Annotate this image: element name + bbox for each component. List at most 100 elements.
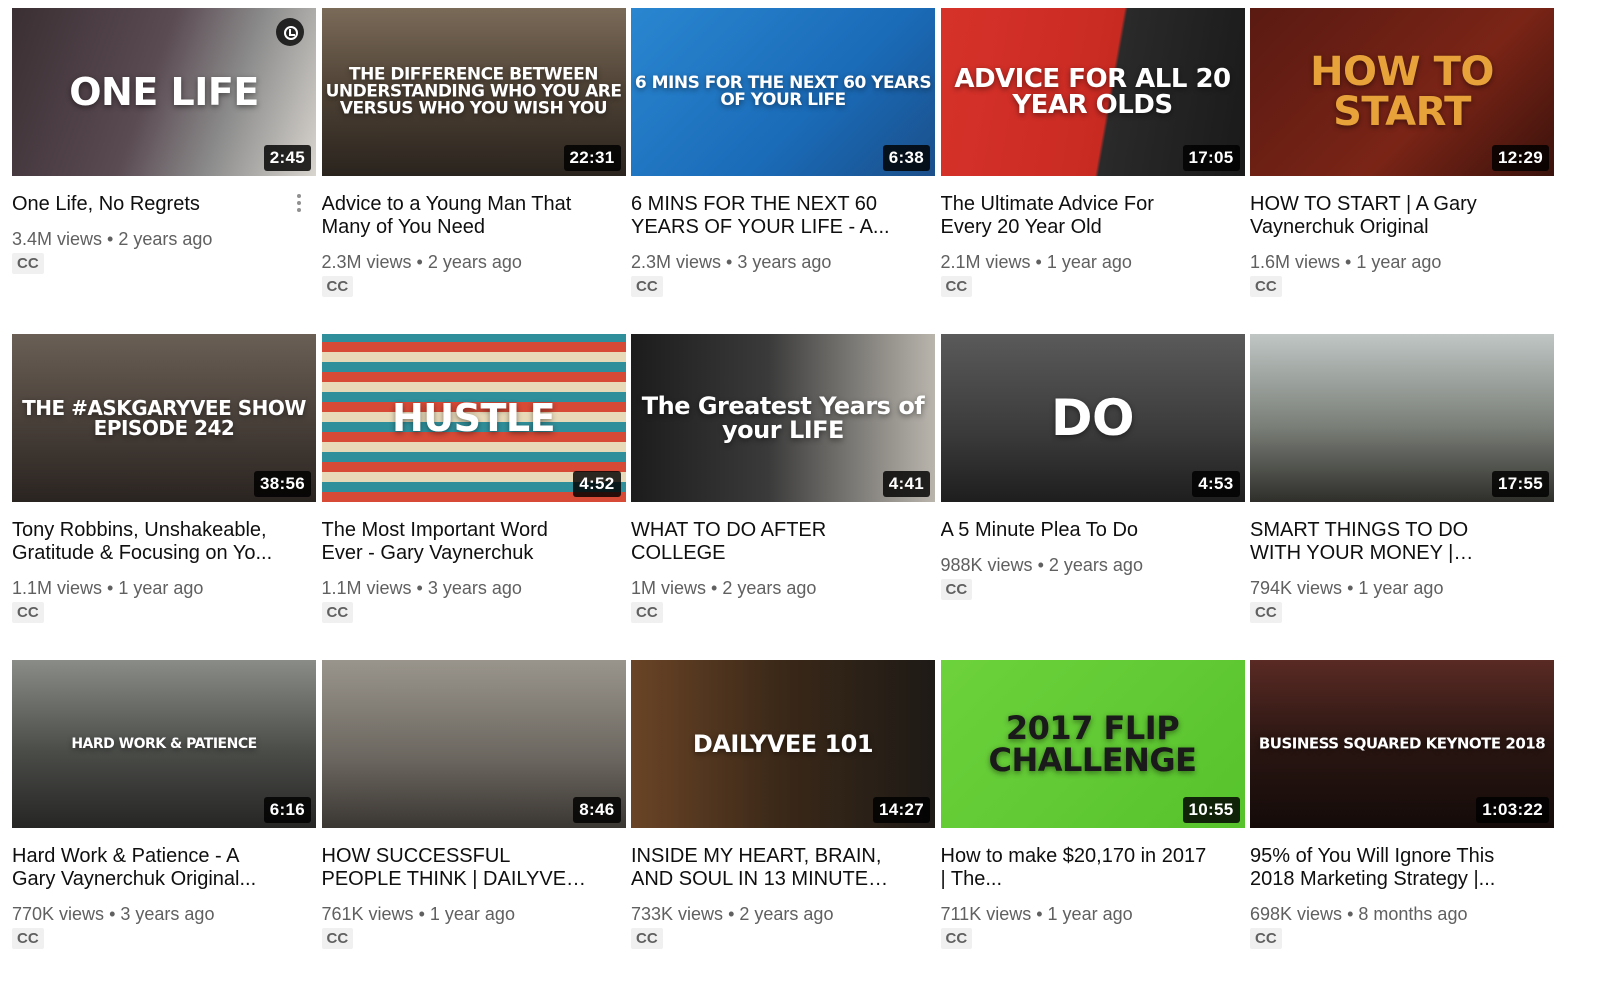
- video-card[interactable]: 17:55 SMART THINGS TO DO WITH YOUR MONEY…: [1250, 334, 1554, 660]
- thumbnail-overlay-text: THE DIFFERENCE BETWEEN UNDERSTANDING WHO…: [325, 64, 622, 119]
- video-card[interactable]: THE DIFFERENCE BETWEEN UNDERSTANDING WHO…: [321, 8, 626, 334]
- upload-age: 1 year ago: [118, 578, 204, 598]
- thumbnail-overlay-text: The Greatest Years of your LIFE: [641, 392, 925, 444]
- video-card[interactable]: The Greatest Years of your LIFE 4:41 WHA…: [631, 334, 935, 660]
- video-card[interactable]: ADVICE FOR ALL 20 YEAR OLDS 17:05 The Ul…: [940, 8, 1245, 334]
- video-meta: 733K views • 2 years ago: [631, 902, 935, 926]
- video-thumbnail[interactable]: 17:55: [1250, 334, 1554, 502]
- video-grid: ONE LIFE 2:45 One Life, No Regrets 3.4M …: [12, 8, 1600, 986]
- video-meta: 2.1M views • 1 year ago: [941, 250, 1245, 274]
- upload-age: 1 year ago: [1356, 252, 1442, 272]
- upload-age: 2 years ago: [722, 578, 817, 598]
- video-duration: 8:46: [573, 797, 621, 823]
- meta-separator: •: [1035, 252, 1047, 272]
- video-title[interactable]: Advice to a Young Man That Many of You N…: [322, 193, 592, 239]
- watch-later-icon[interactable]: [276, 18, 304, 46]
- video-card[interactable]: DAILYVEE 101 14:27 INSIDE MY HEART, BRAI…: [631, 660, 935, 986]
- video-thumbnail[interactable]: 8:46: [321, 660, 626, 828]
- video-card[interactable]: BUSINESS SQUARED KEYNOTE 2018 1:03:22 95…: [1250, 660, 1554, 986]
- video-card[interactable]: THE #ASKGARYVEE SHOW EPISODE 242 38:56 T…: [12, 334, 316, 660]
- video-title[interactable]: Tony Robbins, Unshakeable, Gratitude & F…: [12, 519, 282, 565]
- video-card[interactable]: HUSTLE 4:52 The Most Important Word Ever…: [321, 334, 626, 660]
- video-title[interactable]: HOW SUCCESSFUL PEOPLE THINK | DAILYVEE 2…: [322, 845, 592, 891]
- upload-age: 1 year ago: [429, 904, 515, 924]
- view-count: 2.1M views: [940, 252, 1031, 272]
- video-thumbnail[interactable]: 6 MINS FOR THE NEXT 60 YEARS OF YOUR LIF…: [631, 8, 935, 176]
- video-title[interactable]: The Most Important Word Ever - Gary Vayn…: [322, 519, 592, 565]
- video-title[interactable]: A 5 Minute Plea To Do: [941, 519, 1211, 542]
- video-title[interactable]: The Ultimate Advice For Every 20 Year Ol…: [941, 193, 1211, 239]
- video-thumbnail[interactable]: HOW TO START 12:29: [1250, 8, 1554, 176]
- video-duration: 6:38: [882, 145, 930, 171]
- video-duration: 2:45: [263, 145, 311, 171]
- view-count: 698K views: [1250, 904, 1343, 924]
- video-card[interactable]: 6 MINS FOR THE NEXT 60 YEARS OF YOUR LIF…: [631, 8, 935, 334]
- video-thumbnail[interactable]: DO 4:53: [940, 334, 1245, 502]
- thumbnail-overlay-text: ONE LIFE: [69, 70, 259, 114]
- view-count: 1M views: [631, 578, 707, 598]
- video-title[interactable]: HOW TO START | A Gary Vaynerchuk Origina…: [1250, 193, 1520, 239]
- view-count: 770K views: [12, 904, 105, 924]
- thumbnail-overlay-text: BUSINESS SQUARED KEYNOTE 2018: [1258, 734, 1546, 753]
- view-count: 1.6M views: [1250, 252, 1341, 272]
- thumbnail-overlay-text: HARD WORK & PATIENCE: [71, 736, 257, 752]
- video-thumbnail[interactable]: 2017 FLIP CHALLENGE 10:55: [940, 660, 1245, 828]
- cc-badge: CC: [631, 928, 663, 949]
- view-count: 2.3M views: [631, 252, 722, 272]
- video-meta: 711K views • 1 year ago: [941, 902, 1245, 926]
- video-thumbnail[interactable]: ONE LIFE 2:45: [12, 8, 316, 176]
- meta-separator: •: [418, 904, 430, 924]
- video-meta: 1M views • 2 years ago: [631, 576, 935, 600]
- video-card[interactable]: 8:46 HOW SUCCESSFUL PEOPLE THINK | DAILY…: [321, 660, 626, 986]
- cc-badge: CC: [12, 602, 44, 623]
- video-meta: 2.3M views • 2 years ago: [322, 250, 626, 274]
- video-meta: 2.3M views • 3 years ago: [631, 250, 935, 274]
- video-thumbnail[interactable]: THE DIFFERENCE BETWEEN UNDERSTANDING WHO…: [321, 8, 626, 176]
- video-thumbnail[interactable]: THE #ASKGARYVEE SHOW EPISODE 242 38:56: [12, 334, 316, 502]
- meta-separator: •: [107, 578, 119, 598]
- video-duration: 17:05: [1182, 145, 1240, 171]
- video-title[interactable]: 95% of You Will Ignore This 2018 Marketi…: [1250, 845, 1520, 891]
- cc-badge: CC: [321, 602, 354, 623]
- video-title[interactable]: Hard Work & Patience - A Gary Vaynerchuk…: [12, 845, 282, 891]
- video-card[interactable]: DO 4:53 A 5 Minute Plea To Do 988K views…: [940, 334, 1245, 660]
- cc-badge: CC: [321, 928, 354, 949]
- video-thumbnail[interactable]: ADVICE FOR ALL 20 YEAR OLDS 17:05: [940, 8, 1245, 176]
- video-title[interactable]: 6 MINS FOR THE NEXT 60 YEARS OF YOUR LIF…: [631, 193, 901, 239]
- video-meta: 770K views • 3 years ago: [12, 902, 316, 926]
- upload-age: 1 year ago: [1047, 904, 1133, 924]
- cc-badge: CC: [321, 276, 354, 297]
- meta-separator: •: [416, 578, 428, 598]
- thumbnail-overlay-text: ADVICE FOR ALL 20 YEAR OLDS: [954, 64, 1231, 120]
- more-options-icon[interactable]: [296, 191, 302, 215]
- video-meta: 794K views • 1 year ago: [1250, 576, 1554, 600]
- video-thumbnail[interactable]: HUSTLE 4:52: [321, 334, 626, 502]
- thumbnail-overlay-text: 6 MINS FOR THE NEXT 60 YEARS OF YOUR LIF…: [634, 73, 932, 110]
- video-thumbnail[interactable]: BUSINESS SQUARED KEYNOTE 2018 1:03:22: [1250, 660, 1554, 828]
- meta-separator: •: [728, 904, 740, 924]
- video-duration: 4:41: [882, 471, 930, 497]
- video-duration: 10:55: [1182, 797, 1240, 823]
- video-thumbnail[interactable]: The Greatest Years of your LIFE 4:41: [631, 334, 935, 502]
- video-thumbnail[interactable]: DAILYVEE 101 14:27: [631, 660, 935, 828]
- upload-age: 2 years ago: [1048, 555, 1143, 575]
- upload-age: 1 year ago: [1046, 252, 1132, 272]
- cc-badge: CC: [12, 928, 44, 949]
- thumbnail-overlay-text: 2017 FLIP CHALLENGE: [988, 709, 1197, 779]
- video-thumbnail[interactable]: HARD WORK & PATIENCE 6:16: [12, 660, 316, 828]
- meta-separator: •: [107, 229, 119, 249]
- meta-separator: •: [1345, 252, 1357, 272]
- meta-separator: •: [1347, 904, 1359, 924]
- video-title[interactable]: One Life, No Regrets: [12, 193, 282, 216]
- cc-badge: CC: [1250, 928, 1282, 949]
- video-title[interactable]: How to make $20,170 in 2017 | The...: [941, 845, 1211, 891]
- video-card[interactable]: ONE LIFE 2:45 One Life, No Regrets 3.4M …: [12, 8, 316, 334]
- view-count: 988K views: [940, 555, 1033, 575]
- video-title[interactable]: WHAT TO DO AFTER COLLEGE: [631, 519, 901, 565]
- video-title[interactable]: INSIDE MY HEART, BRAIN, AND SOUL IN 13 M…: [631, 845, 901, 891]
- video-duration: 4:52: [573, 471, 621, 497]
- video-card[interactable]: 2017 FLIP CHALLENGE 10:55 How to make $2…: [940, 660, 1245, 986]
- video-card[interactable]: HARD WORK & PATIENCE 6:16 Hard Work & Pa…: [12, 660, 316, 986]
- video-card[interactable]: HOW TO START 12:29 HOW TO START | A Gary…: [1250, 8, 1554, 334]
- video-title[interactable]: SMART THINGS TO DO WITH YOUR MONEY | Dai…: [1250, 519, 1520, 565]
